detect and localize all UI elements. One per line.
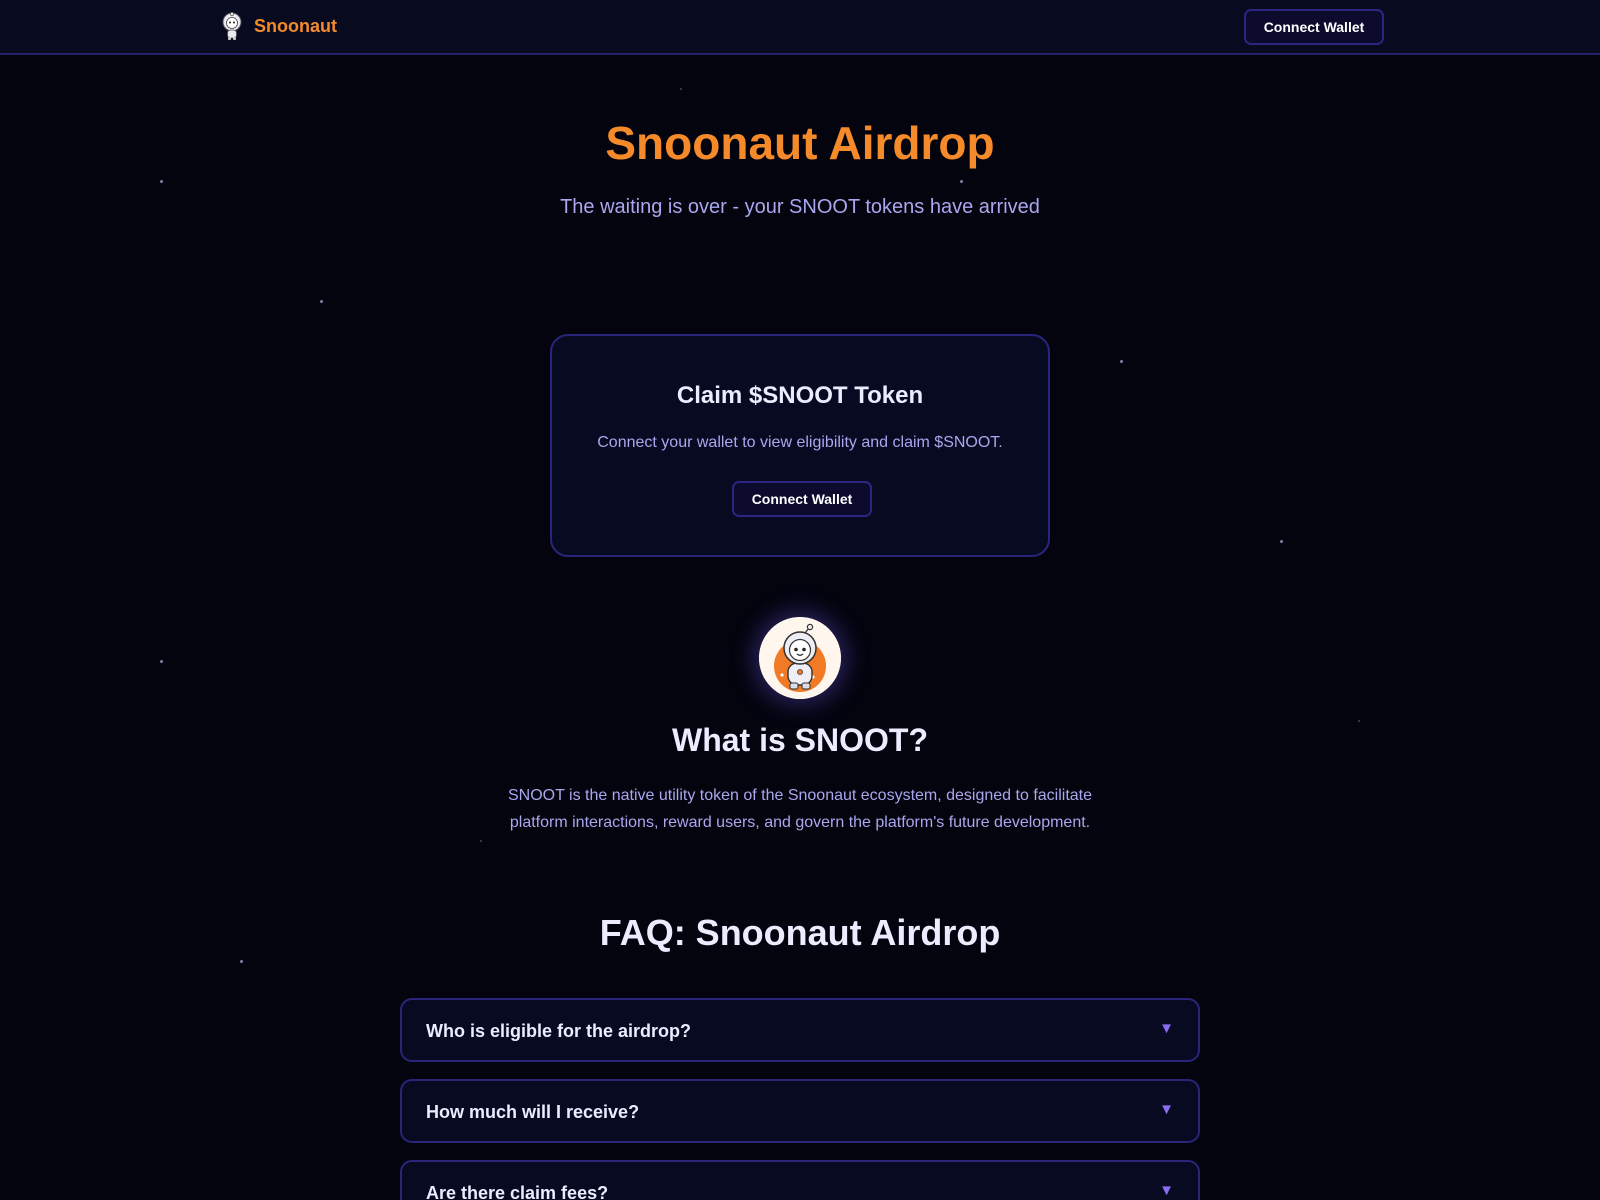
mascot-avatar <box>759 617 841 699</box>
about-text: SNOOT is the native utility token of the… <box>507 787 1093 831</box>
faq-item-fees[interactable]: Are there claim fees? ▼ <box>400 1160 1200 1200</box>
brand-name: Snoonaut <box>254 15 337 36</box>
claim-connect-wallet-button[interactable]: Connect Wallet <box>732 481 872 517</box>
page-title: Snoonaut Airdrop <box>605 117 995 169</box>
faq-question: Who is eligible for the airdrop? <box>426 1021 692 1041</box>
chevron-down-icon: ▼ <box>1159 1101 1174 1118</box>
astronaut-mascot-icon <box>759 617 841 699</box>
chevron-down-icon: ▼ <box>1159 1182 1174 1199</box>
astronaut-logo-icon <box>222 12 242 40</box>
faq-question: Are there claim fees? <box>426 1183 609 1200</box>
header-connect-wallet-button[interactable]: Connect Wallet <box>1244 9 1384 45</box>
top-navbar: Snoonaut Connect Wallet <box>0 0 1600 55</box>
claim-card: Claim $SNOOT Token Connect your wallet t… <box>550 334 1050 557</box>
brand[interactable]: Snoonaut <box>220 11 337 41</box>
claim-description: Connect your wallet to view eligibility … <box>597 434 1003 451</box>
page-subtitle: The waiting is over - your SNOOT tokens … <box>560 196 1040 218</box>
about-title: What is SNOOT? <box>672 722 928 758</box>
chevron-down-icon: ▼ <box>1159 1020 1174 1037</box>
faq-title: FAQ: Snoonaut Airdrop <box>599 912 1001 953</box>
faq-question: How much will I receive? <box>426 1102 640 1122</box>
faq-item-amount[interactable]: How much will I receive? ▼ <box>400 1079 1200 1143</box>
faq-item-eligibility[interactable]: Who is eligible for the airdrop? ▼ <box>400 998 1200 1062</box>
claim-title: Claim $SNOOT Token <box>676 382 924 409</box>
